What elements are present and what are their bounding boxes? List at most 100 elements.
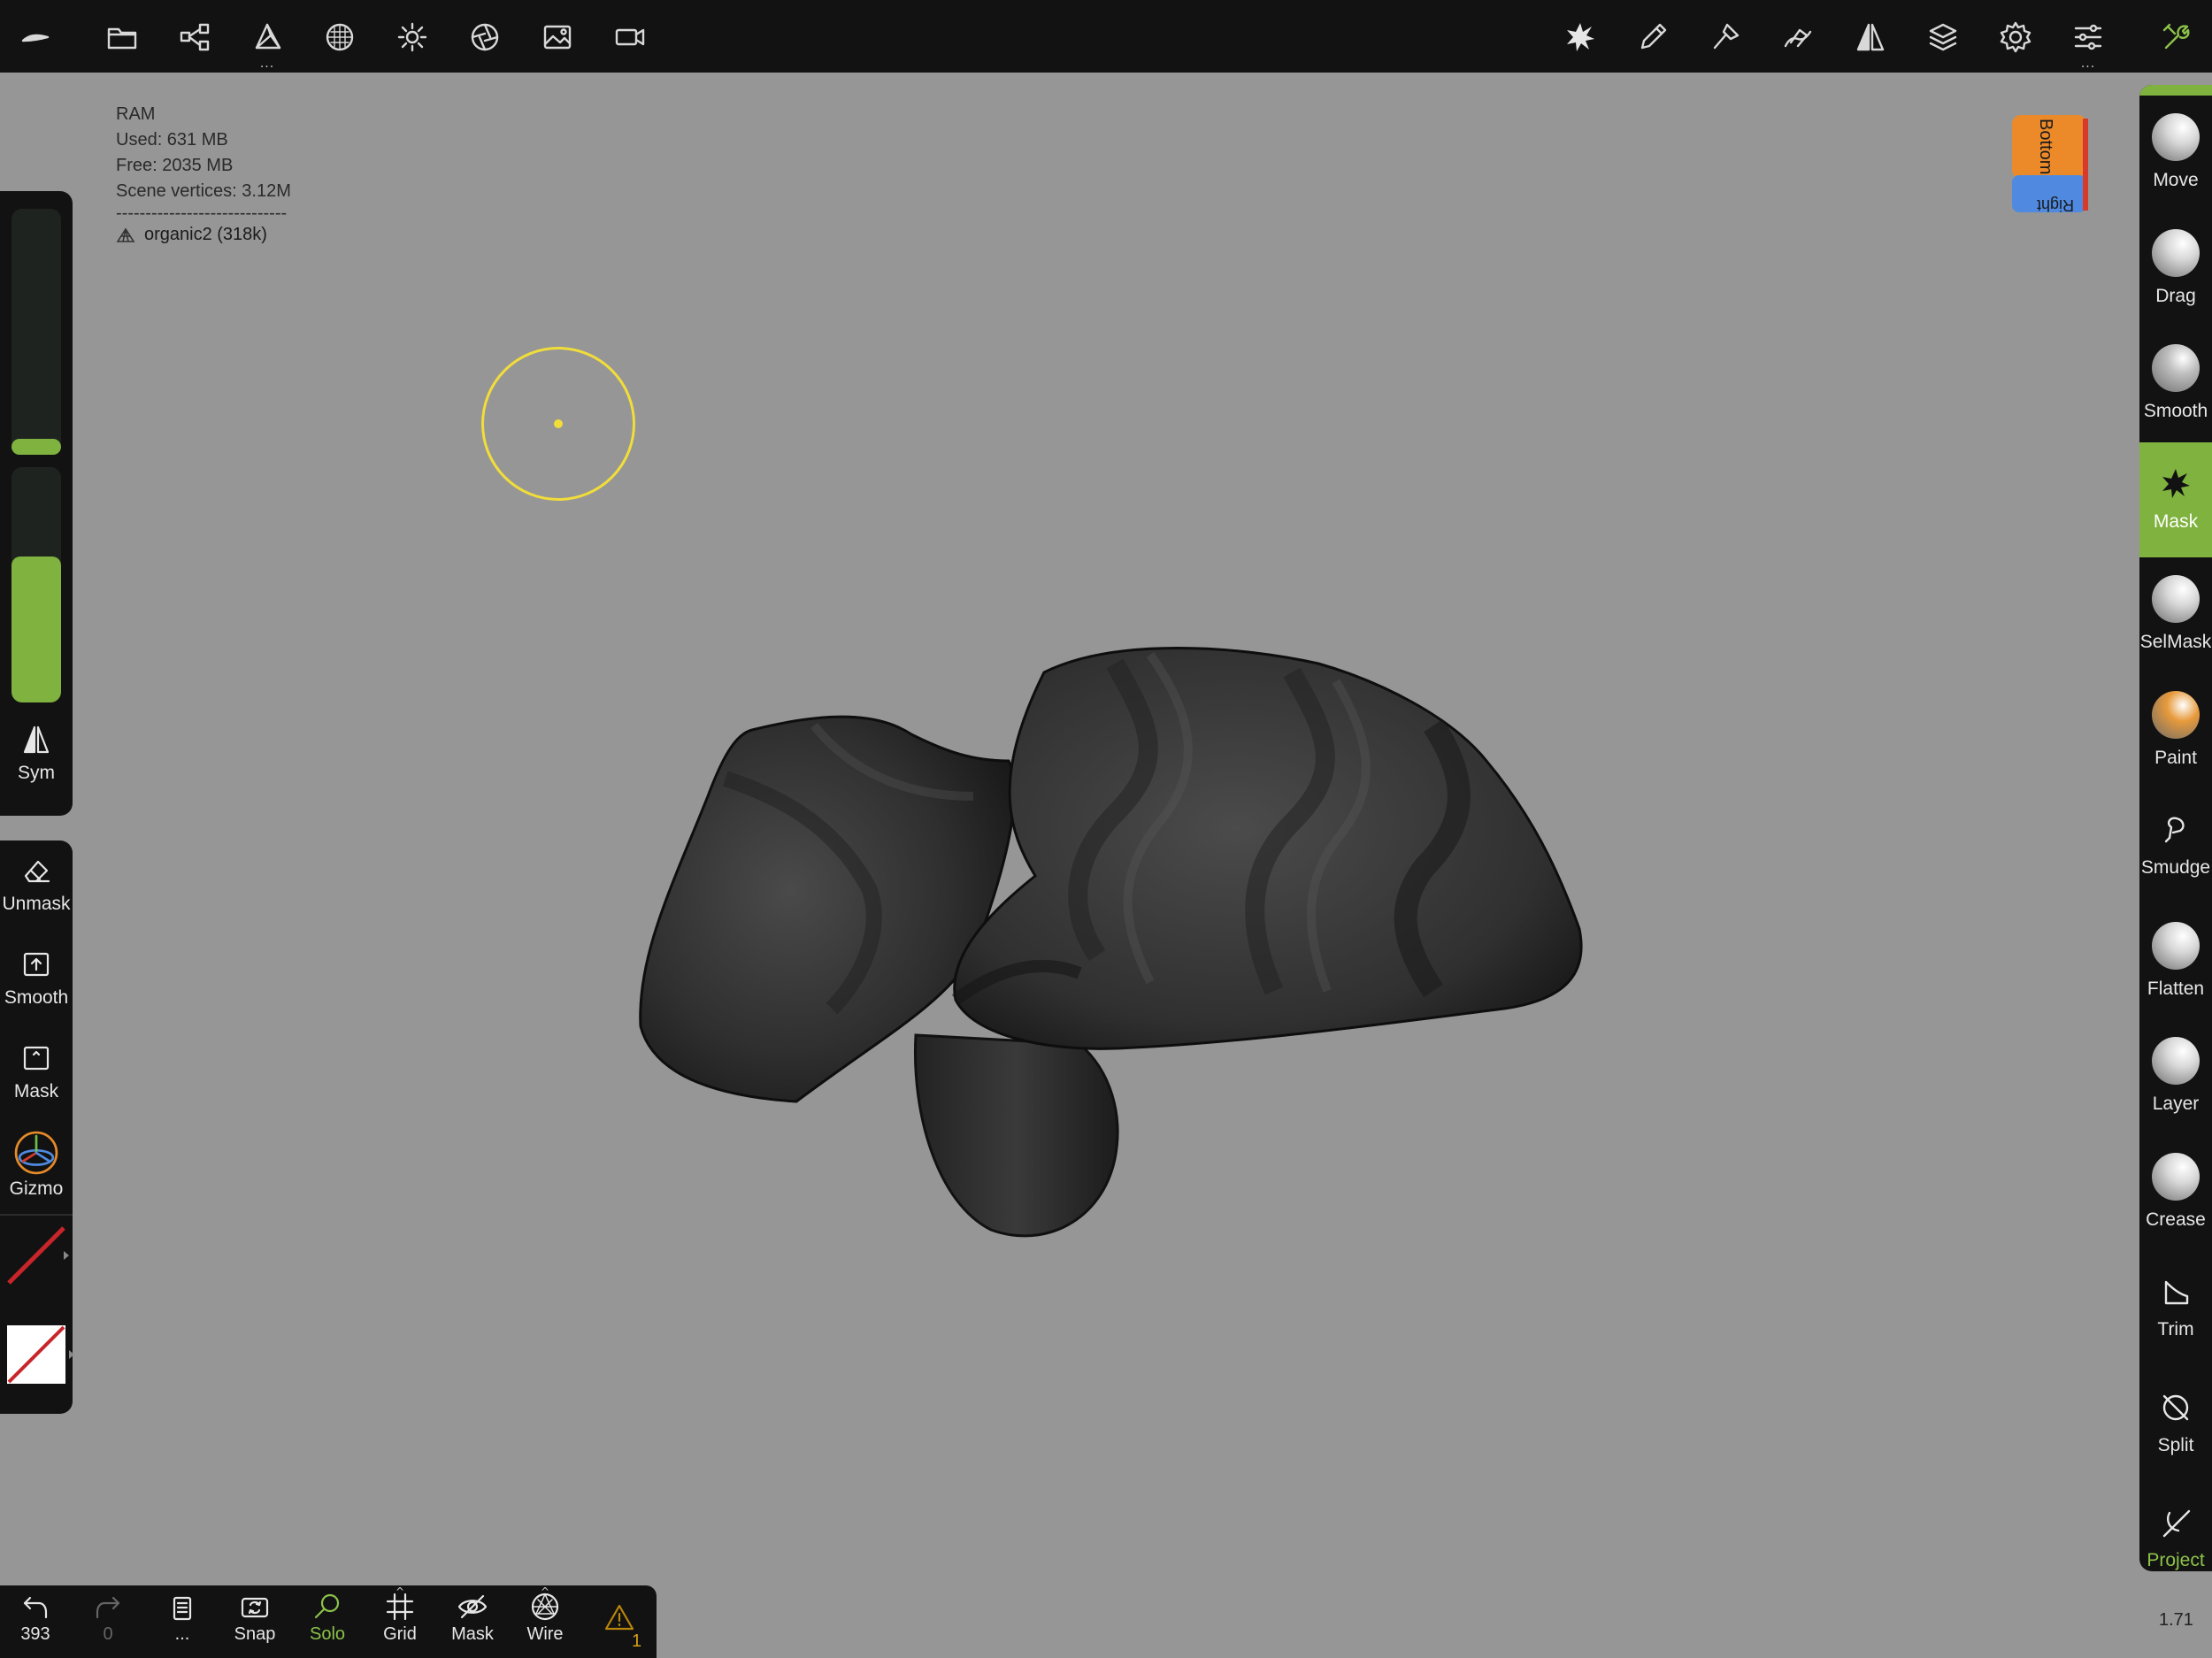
redo-icon [96,1596,120,1619]
smooth-label: Smooth [4,987,69,1008]
color-swatch[interactable] [7,1226,69,1285]
history-button[interactable]: ... [147,1591,218,1645]
layers-icon[interactable] [1920,14,1966,60]
tool-selmask[interactable]: SelMask [2139,557,2212,672]
radius-slider[interactable] [12,209,61,455]
gizmo-label: Gizmo [9,1178,64,1199]
sculpt-mesh[interactable] [619,619,1725,1292]
tool-paint[interactable]: Paint [2139,673,2212,788]
logo-icon[interactable] [12,14,58,60]
tool-label: Drag [2155,285,2196,306]
move-sphere-icon [2152,113,2200,161]
scene-tree-icon[interactable] [172,14,218,60]
snap-button[interactable]: Snap [219,1591,290,1645]
gizmo-icon [14,1131,58,1175]
tool-palette: Move Drag Smooth Mask SelMask Paint Smudge Flat… [2139,85,2212,1571]
material-swatch[interactable] [7,1325,74,1384]
topology-icon[interactable]: ... [244,14,290,71]
sym-button[interactable]: Sym [0,724,73,784]
painting-icon[interactable] [1775,14,1821,60]
more-dots: ... [2080,57,2096,71]
snap-label: Snap [234,1624,276,1644]
camera-icon[interactable] [607,14,653,60]
mask-visibility-label: Mask [451,1624,494,1644]
postprocess-icon[interactable] [462,14,508,60]
tool-move[interactable]: Move [2139,96,2212,211]
selmask-sphere-icon [2152,575,2200,623]
gizmo-button[interactable]: Gizmo [0,1129,73,1200]
tool-mask[interactable]: Mask [2139,441,2212,557]
tool-split[interactable]: Split [2139,1366,2212,1481]
ram-free: Free: 2035 MB [116,156,234,175]
wire-caret: ^ [540,1585,550,1598]
intensity-slider[interactable] [12,467,61,702]
warning-icon [604,1604,634,1631]
sym-label: Sym [18,763,55,783]
mask-visibility-button[interactable]: Mask [437,1591,508,1645]
panel-divider [0,1214,73,1216]
folder-icon[interactable] [99,14,145,60]
material-icon[interactable] [317,14,363,60]
light-icon[interactable] [389,14,435,60]
tool-label: Move [2153,170,2199,190]
smooth-mask-icon [23,952,50,977]
symmetry-icon[interactable] [1847,14,1893,60]
viewcube-top-face: Bottom [2036,119,2055,174]
unmask-label: Unmask [2,894,71,914]
tool-label: Split [2157,1434,2194,1455]
tool-crease[interactable]: Crease [2139,1135,2212,1250]
tool-smudge[interactable]: Smudge [2139,788,2212,903]
grid-label: Grid [383,1624,417,1644]
undo-button[interactable]: 393 [0,1591,71,1645]
mesh-name: organic2 (318k) [144,225,267,244]
grid-caret: ^ [395,1585,405,1598]
ram-used: Used: 631 MB [116,130,228,150]
tool-drag[interactable]: Drag [2139,211,2212,326]
tool-layer[interactable]: Layer [2139,1019,2212,1134]
tool-flatten[interactable]: Flatten [2139,904,2212,1019]
mask-options-icon [23,1046,50,1071]
mask-tool-icon[interactable] [1557,14,1603,60]
mask-options-button[interactable]: Mask [0,1042,73,1102]
eraser-icon [24,860,50,883]
unmask-button[interactable]: Unmask [0,855,73,915]
brush-cursor-dot [554,419,563,428]
search-icon [314,1593,340,1619]
brush-icon[interactable] [1702,14,1748,60]
redo-count: 0 [103,1624,113,1644]
smooth-mask-button[interactable]: Smooth [0,948,73,1009]
undo-count: 393 [20,1624,50,1644]
redo-button[interactable]: 0 [73,1591,143,1645]
tool-smooth[interactable]: Smooth [2139,326,2212,441]
tool-label: Paint [2154,747,2197,768]
mesh-entry[interactable]: organic2 (318k) [116,222,291,248]
tools-icon[interactable] [2154,14,2200,60]
solo-button[interactable]: Solo [292,1591,363,1645]
tool-label: Flatten [2147,978,2205,999]
warning-count: 1 [632,1631,642,1651]
view-cube[interactable]: Bottom Right [2005,111,2090,214]
tool-label: Smudge [2140,857,2211,878]
layer-sphere-icon [2152,1037,2200,1085]
undo-icon [23,1596,48,1619]
background-icon[interactable] [534,14,580,60]
interface-icon[interactable]: ... [2065,14,2111,71]
settings-icon[interactable] [1993,14,2039,60]
mesh-icon [116,227,135,242]
wire-label: Wire [526,1624,564,1644]
paint-sphere-icon [2152,690,2200,739]
tool-trim[interactable]: Trim [2139,1250,2212,1365]
tool-project[interactable]: Project [2139,1481,2212,1571]
stroke-icon[interactable] [1630,14,1676,60]
stats-divider: ----------------------------- [116,203,288,223]
snap-icon [241,1597,269,1618]
tool-label: Crease [2146,1209,2206,1230]
grid-button[interactable]: ^ Grid [365,1585,435,1645]
left-action-panel: Unmask Smooth Mask Gizmo [0,841,74,1414]
warning-button[interactable]: 1 [584,1591,655,1651]
top-toolbar: ... ... [0,0,2212,73]
mask-label: Mask [13,1081,59,1101]
mask-icon [2162,468,2190,498]
history-icon [173,1596,192,1621]
wire-button[interactable]: ^ Wire [510,1585,580,1645]
